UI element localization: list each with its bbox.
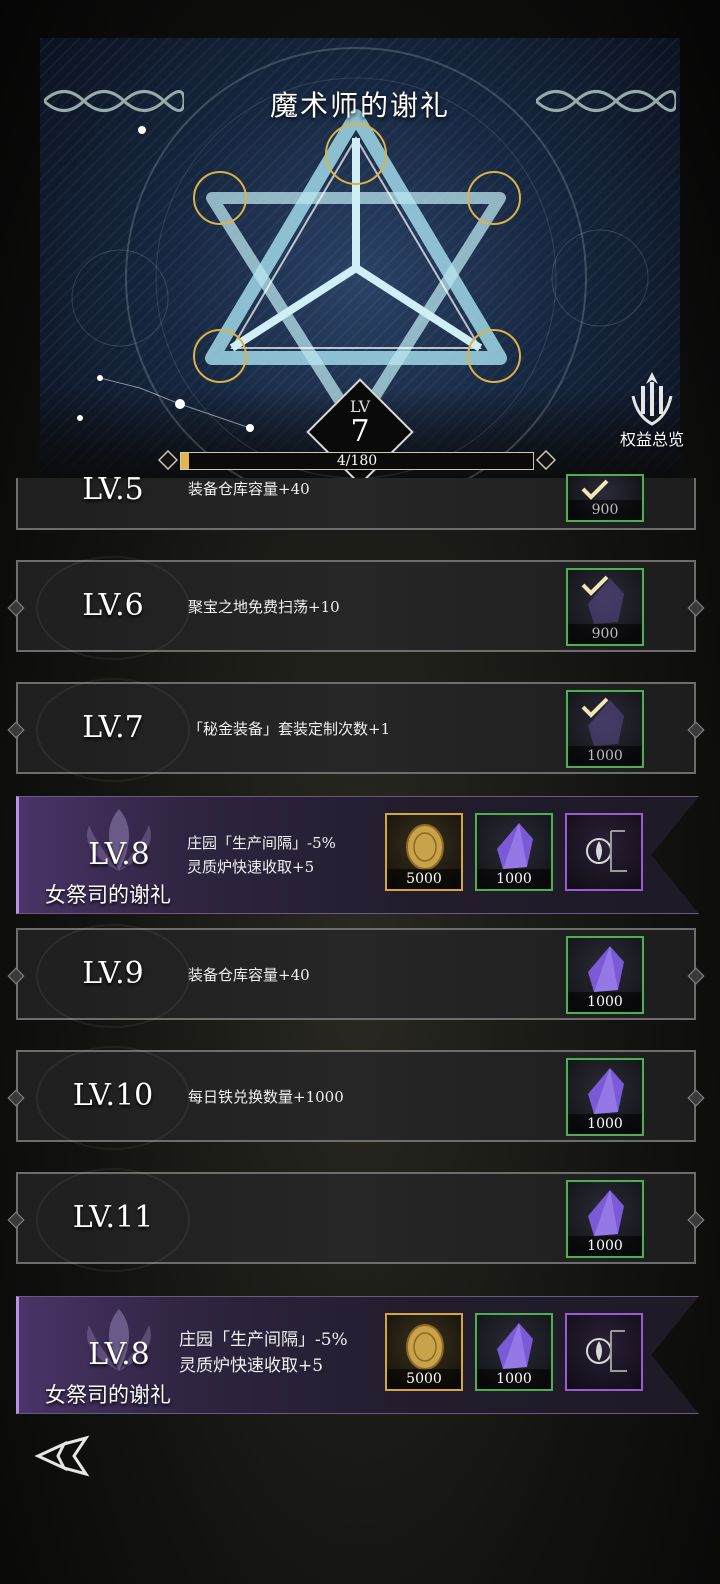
row-gem-right xyxy=(687,1089,705,1107)
row-description: 庄园「生产间隔」-5% 灵质炉快速收取+5 xyxy=(179,1327,348,1379)
crystal-icon xyxy=(588,946,624,992)
check-icon xyxy=(581,575,609,596)
row-level-label: LV.8 xyxy=(88,1337,150,1372)
row-subtitle: 女祭司的谢礼 xyxy=(45,1383,171,1407)
reward-quantity: 1000 xyxy=(568,1114,642,1134)
reward-item-crystal[interactable]: 1000 xyxy=(566,1180,644,1258)
row-gem-right xyxy=(687,721,705,739)
reward-quantity: 5000 xyxy=(387,1369,461,1389)
row-gem-left xyxy=(7,1211,25,1229)
row-gem-left xyxy=(7,1089,25,1107)
experience-progress-bar: 4/180 xyxy=(180,452,534,470)
priestess-emblem-item-icon xyxy=(586,1330,627,1372)
reward-row-lv11: LV.11 1000 xyxy=(7,1168,705,1272)
reward-row-lv5: LV.5 装备仓库容量+40 900 xyxy=(16,472,696,530)
reward-row-lv10: LV.10 每日铁兑换数量+1000 1000 xyxy=(7,1046,705,1150)
reward-quantity: 1000 xyxy=(568,992,642,1012)
crystal-icon xyxy=(588,1068,624,1114)
row-description: 装备仓库容量+40 xyxy=(188,966,310,984)
coin-icon xyxy=(406,1324,444,1370)
crystal-icon xyxy=(497,1323,533,1369)
reward-row-lv9: LV.9 装备仓库容量+40 1000 xyxy=(7,924,705,1028)
benefits-icon xyxy=(631,372,673,426)
page-title: 魔术师的谢礼 xyxy=(269,89,450,122)
crystal-icon xyxy=(588,1190,624,1236)
reward-item-emblem[interactable] xyxy=(565,1313,643,1391)
reward-row-lv7: LV.7 「秘金装备」套装定制次数+1 1000 xyxy=(7,678,705,782)
current-level: 7 xyxy=(350,414,370,449)
coin-icon xyxy=(406,824,444,870)
row-description: 聚宝之地免费扫荡+10 xyxy=(188,598,340,616)
reward-row-lv6: LV.6 聚宝之地免费扫荡+10 900 xyxy=(7,556,705,660)
reward-item-coin[interactable]: 5000 xyxy=(385,813,463,891)
reward-quantity: 1000 xyxy=(568,746,642,766)
row-description: 庄园「生产间隔」-5% 灵质炉快速收取+5 xyxy=(187,831,336,879)
reward-item-crystal[interactable]: 1000 xyxy=(566,1058,644,1136)
row-level-label: LV.11 xyxy=(72,1200,154,1235)
reward-quantity: 900 xyxy=(568,500,642,520)
row-level-label: LV.5 xyxy=(82,472,144,507)
row-gem-left xyxy=(7,967,25,985)
progress-cap-right xyxy=(536,450,556,470)
check-icon xyxy=(581,697,609,718)
reward-item-emblem[interactable] xyxy=(565,813,643,891)
reward-item-crystal[interactable]: 1000 xyxy=(475,1313,553,1391)
reward-quantity: 1000 xyxy=(477,1369,551,1389)
row-level-label: LV.10 xyxy=(72,1078,154,1113)
row-gem-right xyxy=(687,1211,705,1229)
reward-item-crystal[interactable]: 900 xyxy=(566,568,644,646)
check-icon xyxy=(581,479,609,500)
row-gem-left xyxy=(7,599,25,617)
row-level-label: LV.9 xyxy=(82,956,144,991)
row-level-label: LV.6 xyxy=(82,588,144,623)
progress-cap-left xyxy=(158,450,178,470)
reward-quantity: 900 xyxy=(568,624,642,644)
benefits-overview-label: 权益总览 xyxy=(619,430,684,449)
row-description-line1: 庄园「生产间隔」-5% xyxy=(187,834,336,852)
priestess-emblem-item-icon xyxy=(586,830,627,872)
row-description-line2: 灵质炉快速收取+5 xyxy=(187,858,315,876)
row-description: 装备仓库容量+40 xyxy=(188,480,310,498)
row-description-line1: 庄园「生产间隔」-5% xyxy=(179,1330,348,1350)
next-milestone-row-lv8: LV.8 女祭司的谢礼 庄园「生产间隔」-5% 灵质炉快速收取+5 5000 1… xyxy=(16,1296,699,1414)
game-logo-icon[interactable] xyxy=(34,1434,94,1478)
reward-item-coin[interactable]: 5000 xyxy=(385,1313,463,1391)
row-gem-right xyxy=(687,599,705,617)
row-description: 「秘金装备」套装定制次数+1 xyxy=(188,720,391,738)
reward-row-lv8-special: LV.8 女祭司的谢礼 庄园「生产间隔」-5% 灵质炉快速收取+5 5000 1… xyxy=(16,796,699,914)
row-gem-left xyxy=(7,721,25,739)
progress-text: 4/180 xyxy=(336,453,378,469)
reward-quantity: 5000 xyxy=(387,869,461,889)
row-subtitle: 女祭司的谢礼 xyxy=(45,883,171,907)
row-level-label: LV.8 xyxy=(88,837,150,872)
reward-item-crystal[interactable]: 1000 xyxy=(475,813,553,891)
reward-item-crystal[interactable]: 1000 xyxy=(566,690,644,768)
reward-quantity: 1000 xyxy=(477,869,551,889)
row-description: 每日铁兑换数量+1000 xyxy=(188,1088,344,1106)
reward-quantity: 1000 xyxy=(568,1236,642,1256)
reward-item-crystal[interactable]: 1000 xyxy=(566,936,644,1014)
row-gem-right xyxy=(687,967,705,985)
row-level-label: LV.7 xyxy=(82,710,144,745)
benefits-overview-button[interactable]: 权益总览 xyxy=(612,370,692,450)
level-badge: LV 7 xyxy=(322,398,398,448)
reward-item-crystal[interactable]: 900 xyxy=(566,474,644,522)
crystal-icon xyxy=(497,823,533,869)
row-description-line2: 灵质炉快速收取+5 xyxy=(179,1356,324,1376)
